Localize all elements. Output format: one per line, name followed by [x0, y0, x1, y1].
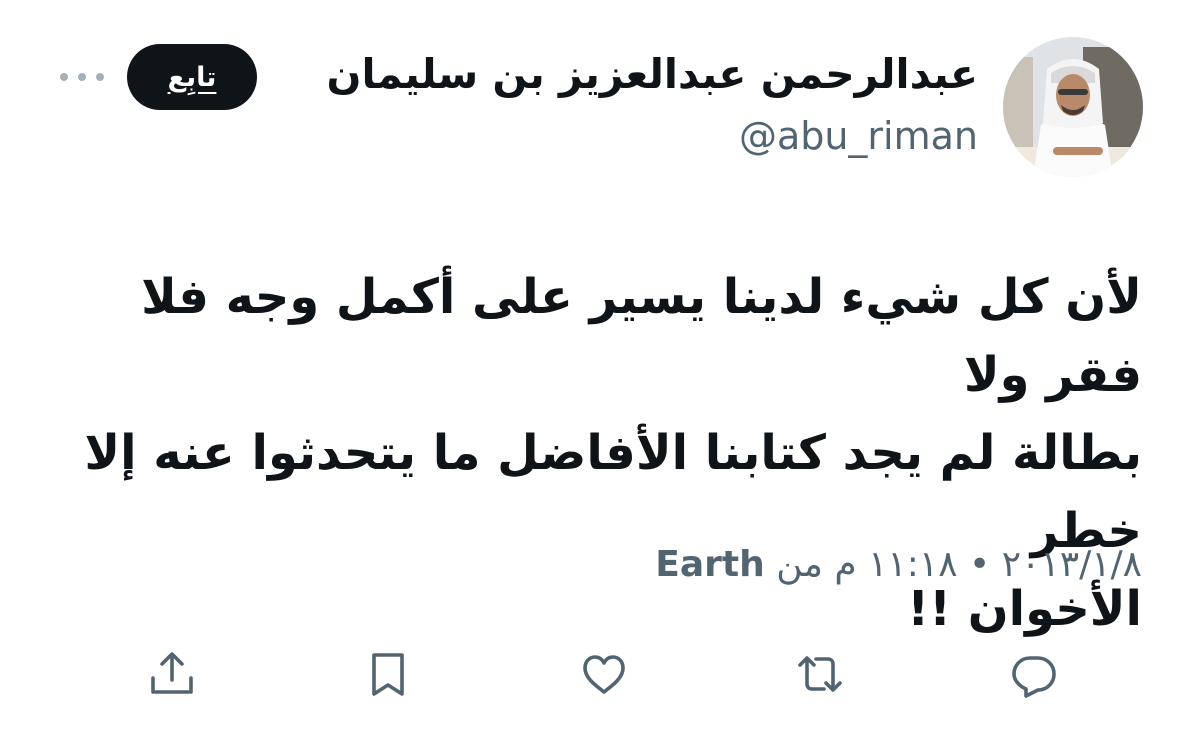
heart-icon — [583, 655, 625, 694]
dot — [96, 73, 104, 81]
user-handle[interactable]: @abu_riman — [739, 114, 978, 160]
tweet-date[interactable]: ٢٠١٣/١/٨ — [1002, 544, 1142, 585]
bookmark-button[interactable] — [362, 648, 414, 700]
tweet-text: لأن كل شيء لدينا يسير على أكمل وجه فلا ف… — [84, 269, 1142, 637]
follow-button[interactable]: تابِع — [127, 44, 257, 110]
retweet-button[interactable] — [794, 648, 846, 700]
avatar-image — [1003, 37, 1143, 177]
like-button[interactable] — [578, 648, 630, 700]
reply-button[interactable] — [1008, 648, 1060, 700]
tweet-source: Earth — [655, 544, 765, 585]
retweet-icon — [798, 656, 842, 692]
tweet-time[interactable]: ١١:١٨ م — [834, 544, 957, 585]
bookmark-icon — [372, 653, 404, 696]
tweet-view: عبدالرحمن عبدالعزيز بن سليمان @abu_riman… — [0, 0, 1200, 749]
from-label: من — [776, 544, 823, 585]
tweet-meta: ٢٠١٣/١/٨ • ١١:١٨ م من Earth — [655, 543, 1142, 586]
more-horizontal-icon[interactable] — [60, 62, 104, 92]
reply-icon — [1012, 656, 1056, 698]
meta-separator: • — [969, 544, 991, 585]
share-icon — [151, 652, 193, 694]
dot — [60, 73, 68, 81]
avatar[interactable] — [1003, 37, 1143, 177]
dot — [78, 73, 86, 81]
user-display-name[interactable]: عبدالرحمن عبدالعزيز بن سليمان — [326, 50, 978, 99]
share-button[interactable] — [146, 648, 198, 700]
